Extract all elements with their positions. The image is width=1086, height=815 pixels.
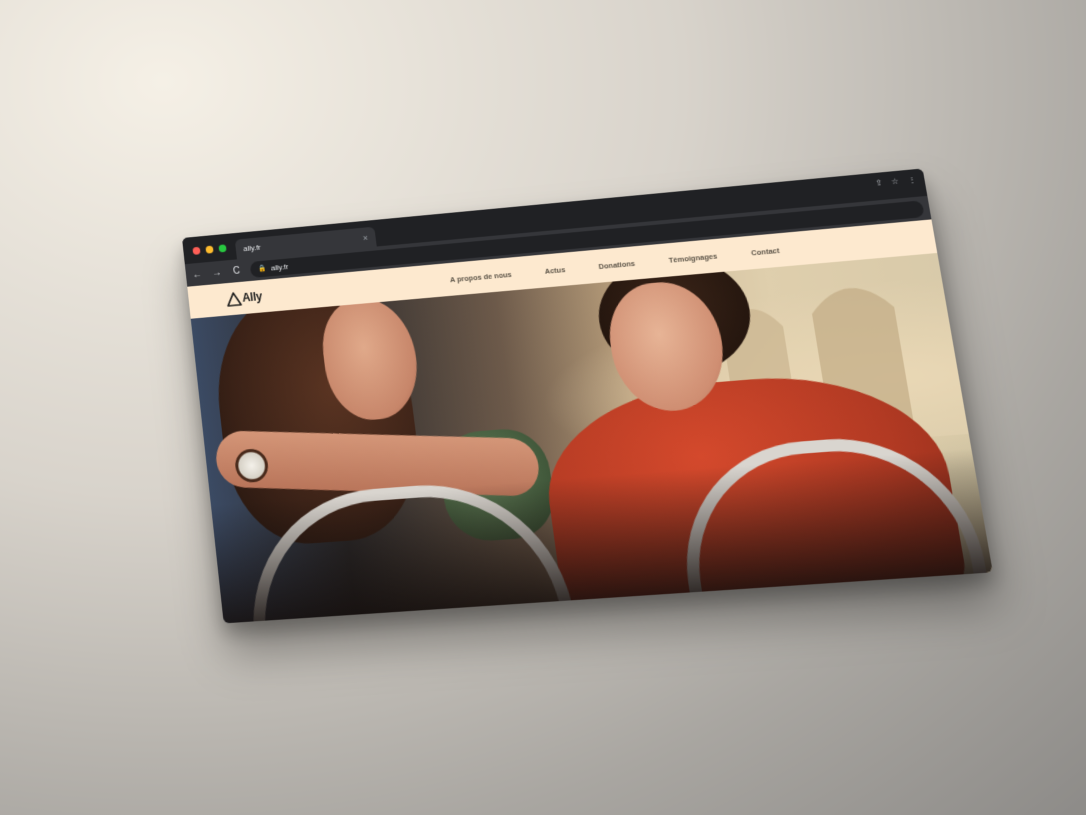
menu-kebab-icon[interactable]: ⋮ [907,175,917,185]
star-icon[interactable]: ☆ [891,177,900,186]
browser-window: ally.fr × ⇪ ☆ ⋮ ← → C 🔒 ally.fr Ally A p… [182,168,993,623]
mockup-backdrop: ally.fr × ⇪ ☆ ⋮ ← → C 🔒 ally.fr Ally A p… [0,0,1086,815]
back-icon[interactable]: ← [191,269,203,280]
site-logo[interactable]: Ally [226,289,263,306]
menu-item-donations[interactable]: Donations [598,259,636,271]
tab-close-icon[interactable]: × [362,233,368,243]
menu-item-about[interactable]: A propos de nous [449,270,512,284]
hero-image [191,253,993,623]
tab-strip-actions: ⇪ ☆ ⋮ [875,175,917,188]
maximize-window-button[interactable] [218,244,226,252]
share-icon[interactable]: ⇪ [875,178,883,187]
brand-name: Ally [242,290,263,305]
minimize-window-button[interactable] [205,246,213,254]
menu-item-contact[interactable]: Contact [750,246,780,257]
menu-item-testimonials[interactable]: Témoignages [668,251,718,264]
tab-title: ally.fr [243,243,261,253]
close-window-button[interactable] [192,247,200,255]
website-page: Ally A propos de nous Actus Donations Té… [187,219,993,623]
lock-icon: 🔒 [258,264,267,272]
address-url: ally.fr [270,262,288,272]
menu-item-news[interactable]: Actus [544,265,566,276]
triangle-logo-icon [226,291,243,307]
forward-icon[interactable]: → [211,267,223,278]
reload-icon[interactable]: C [230,265,242,276]
